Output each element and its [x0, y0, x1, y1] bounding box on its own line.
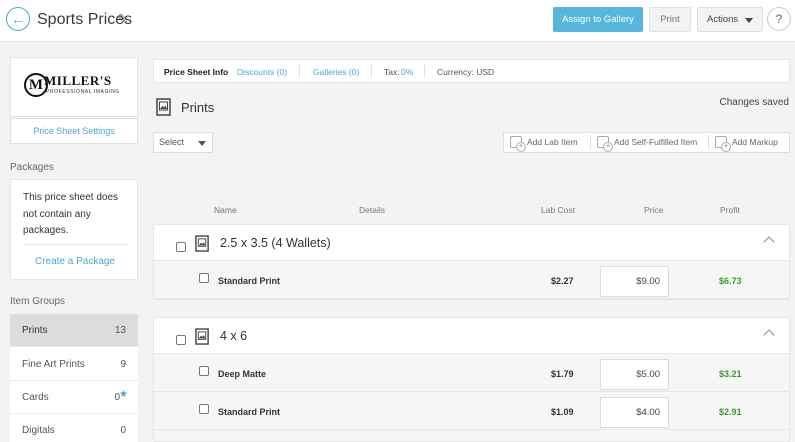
logo-name: MILLER'S [44, 73, 112, 88]
group-name: Fine Art Prints [22, 359, 85, 370]
price-sheet-tabs: Price Sheet Info Discounts (0) Galleries… [153, 59, 790, 83]
product-group-card: 2.5 x 3.5 (4 Wallets) Standard Print $2.… [153, 224, 790, 300]
divider [371, 65, 372, 78]
actions-label: Actions [707, 14, 739, 25]
item-groups-list: Prints 13 Fine Art Prints 9 Cards 0 ★ Di… [10, 314, 138, 442]
lab-cost: $1.09 [551, 407, 574, 417]
item-name: Deep Matte [218, 369, 267, 379]
help-button[interactable]: ? [767, 7, 791, 31]
profit-value: $6.73 [719, 276, 742, 286]
item-name: Standard Print [218, 276, 281, 286]
group-item-cards[interactable]: Cards 0 ★ [10, 381, 138, 414]
packages-empty-message: This price sheet does not contain any pa… [23, 192, 119, 236]
tab-galleries[interactable]: Galleries (0) [313, 67, 359, 77]
price-sheet-settings-button[interactable]: Price Sheet Settings [10, 118, 138, 144]
save-status: Changes saved [719, 97, 790, 108]
group-count: 13 [114, 325, 126, 336]
item-name: Standard Print [218, 407, 281, 417]
star-icon: ★ [119, 389, 128, 400]
group-checkbox[interactable] [176, 242, 186, 252]
chevron-down-icon [198, 141, 206, 146]
add-self-fulfilled-label: Add Self-Fulfilled Item [614, 137, 698, 147]
group-count: 0 [120, 425, 126, 436]
group-name: Digitals [22, 425, 55, 436]
create-package-link[interactable]: Create a Package [11, 256, 139, 267]
chevron-down-icon [745, 18, 753, 23]
item-groups-heading: Item Groups [10, 296, 66, 307]
product-group-title: 4 x 6 [220, 329, 248, 343]
table-row: Standard Print $1.09 $4.00 $2.91 [154, 393, 789, 430]
select-dropdown[interactable]: Select [153, 132, 213, 153]
logo-subtitle: PROFESSIONAL IMAGING [46, 89, 120, 95]
item-actions-group: Add Lab Item Add Self-Fulfilled Item Add… [503, 132, 790, 153]
tab-price-sheet-info[interactable]: Price Sheet Info [164, 67, 228, 77]
group-item-fine-art-prints[interactable]: Fine Art Prints 9 [10, 348, 138, 381]
pencil-icon[interactable]: ✎ [117, 11, 129, 28]
add-markup-label: Add Markup [732, 137, 778, 147]
column-header-lab-cost: Lab Cost [541, 205, 576, 215]
product-group-card: 4 x 6 Deep Matte $1.79 $5.00 $3.21 Stand… [153, 317, 790, 442]
profit-value: $3.21 [719, 369, 742, 379]
add-lab-item-label: Add Lab Item [527, 137, 578, 147]
add-self-fulfilled-item-button[interactable]: Add Self-Fulfilled Item [591, 133, 708, 152]
price-input[interactable]: $4.00 [600, 397, 669, 428]
group-name: Prints [22, 325, 48, 336]
lab-cost: $2.27 [551, 276, 574, 286]
assign-to-gallery-button[interactable]: Assign to Gallery [553, 7, 643, 32]
product-group-header: 4 x 6 [154, 318, 789, 354]
print-button[interactable]: Print [649, 7, 691, 32]
packages-heading: Packages [10, 162, 54, 173]
divider [23, 244, 127, 245]
product-group-header: 2.5 x 3.5 (4 Wallets) [154, 225, 789, 261]
table-row: Standard Print $2.27 $9.00 $6.73 [154, 262, 789, 299]
group-item-prints[interactable]: Prints 13 [10, 314, 138, 347]
add-markup-button[interactable]: Add Markup [709, 133, 789, 152]
image-icon [156, 98, 171, 116]
price-input[interactable]: $9.00 [600, 266, 669, 297]
add-item-icon [510, 136, 526, 152]
group-item-digitals[interactable]: Digitals 0 [10, 414, 138, 442]
tab-tax[interactable]: 0% [401, 67, 413, 77]
select-label: Select [159, 137, 185, 147]
profit-value: $2.91 [719, 407, 742, 417]
group-checkbox[interactable] [176, 335, 186, 345]
row-checkbox[interactable] [199, 404, 209, 414]
section-title: Prints [181, 100, 215, 115]
chevron-up-icon[interactable] [763, 329, 775, 341]
millers-logo: M MILLER'S PROFESSIONAL IMAGING [24, 70, 126, 106]
actions-dropdown[interactable]: Actions [697, 7, 763, 32]
sidebar: M MILLER'S PROFESSIONAL IMAGING Price Sh… [0, 43, 148, 442]
row-checkbox[interactable] [199, 273, 209, 283]
price-input[interactable]: $5.00 [600, 359, 669, 390]
table-row: Deep Matte $1.79 $5.00 $3.21 [154, 355, 789, 392]
top-bar: ← Sports Prices ✎ Assign to Gallery Prin… [0, 0, 795, 42]
image-icon [195, 328, 209, 345]
add-markup-icon [715, 136, 731, 152]
column-header-profit: Profit [720, 205, 740, 215]
add-lab-item-button[interactable]: Add Lab Item [504, 133, 590, 152]
arrow-left-icon[interactable]: ← [6, 7, 30, 31]
row-checkbox[interactable] [199, 366, 209, 376]
add-item-icon [597, 136, 613, 152]
tab-discounts[interactable]: Discounts (0) [237, 67, 287, 77]
currency-label: Currency: USD [437, 67, 495, 77]
image-icon [195, 235, 209, 252]
column-header-price: Price [644, 205, 664, 215]
group-name: Cards [22, 392, 49, 403]
divider [424, 65, 425, 78]
packages-box: This price sheet does not contain any pa… [10, 179, 138, 280]
column-header-details: Details [359, 205, 385, 215]
chevron-up-icon[interactable] [763, 236, 775, 248]
logo-box: M MILLER'S PROFESSIONAL IMAGING [10, 57, 138, 117]
divider [299, 65, 300, 78]
group-count: 9 [120, 359, 126, 370]
lab-cost: $1.79 [551, 369, 574, 379]
product-group-title: 2.5 x 3.5 (4 Wallets) [220, 236, 331, 250]
tax-label: Tax: [384, 67, 400, 77]
column-header-name: Name [214, 205, 237, 215]
